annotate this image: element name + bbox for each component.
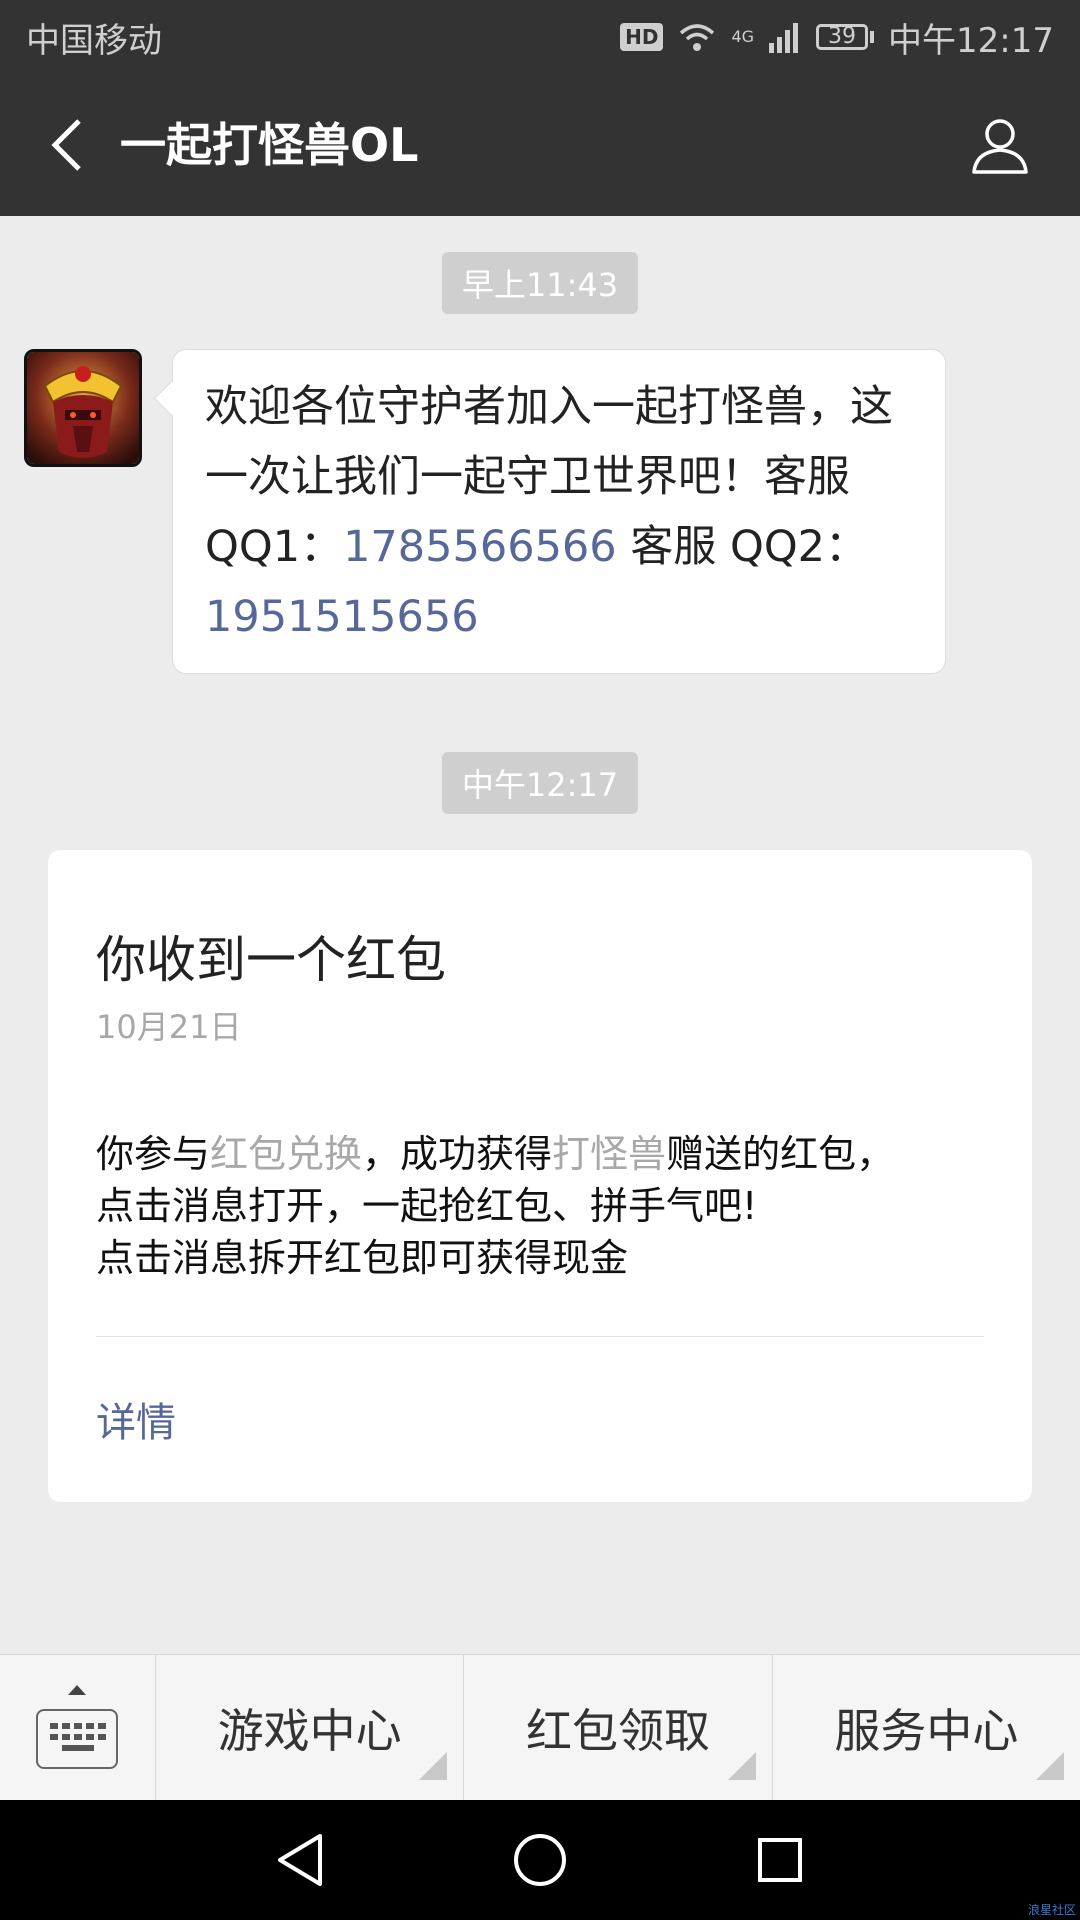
keyboard-toggle-button[interactable] [0, 1655, 156, 1800]
chevron-left-icon [51, 119, 81, 171]
menu-game-center[interactable]: 游戏中心 [156, 1655, 465, 1800]
message-timestamp-2: 中午12:17 [441, 752, 639, 814]
card-body-line-2: 点击消息打开，一起抢红包、拼手气吧! [96, 1184, 758, 1228]
submenu-corner-icon [419, 1752, 448, 1780]
back-button[interactable] [36, 112, 96, 178]
message-text-2: 客服 QQ2： [616, 522, 869, 572]
status-bar: 中国移动 HD 4G 39 中午12:17 [0, 0, 1080, 74]
message-timestamp: 早上11:43 [441, 252, 639, 314]
signal-icon [769, 23, 799, 53]
card-body-line-1: 你参与红包兑换，成功获得打怪兽赠送的红包， [96, 1132, 895, 1176]
qq1-link[interactable]: 1785566566 [343, 522, 617, 572]
menu-red-packet[interactable]: 红包领取 [464, 1655, 773, 1800]
profile-button[interactable] [968, 114, 1032, 178]
keyboard-icon [36, 1709, 118, 1769]
card-divider [96, 1336, 984, 1337]
caret-up-icon [68, 1685, 86, 1695]
menu-label: 服务中心 [834, 1703, 1019, 1758]
chat-title: 一起打怪兽OL [120, 118, 419, 172]
qq2-link[interactable]: 1951515656 [205, 592, 479, 642]
watermark: 浪星社区 [1027, 1903, 1076, 1917]
status-time: 中午12:17 [888, 20, 1054, 61]
nav-recents-button[interactable] [750, 1830, 810, 1890]
battery-icon: 39 [816, 24, 875, 50]
details-link[interactable]: 详情 [96, 1390, 176, 1448]
user-icon [972, 119, 1028, 174]
circle-home-icon [514, 1834, 566, 1886]
hd-badge: HD [620, 23, 664, 51]
message-bubble[interactable]: 欢迎各位守护者加入一起打怪兽，这一次让我们一起守卫世界吧！客服 QQ1：1785… [172, 349, 946, 674]
battery-level: 39 [816, 24, 869, 50]
card-title: 你收到一个红包 [96, 931, 446, 989]
submenu-corner-icon [1035, 1752, 1064, 1780]
nav-home-button[interactable] [510, 1830, 570, 1890]
card-body: 你参与红包兑换，成功获得打怪兽赠送的红包， 点击消息打开，一起抢红包、拼手气吧!… [96, 1128, 996, 1284]
game-avatar-image [27, 352, 139, 464]
submenu-corner-icon [727, 1752, 756, 1780]
avatar[interactable] [24, 349, 142, 467]
bottom-menu: 游戏中心 红包领取 服务中心 [0, 1654, 1080, 1800]
highlight-exchange: 红包兑换 [210, 1132, 363, 1176]
nav-back-button[interactable] [270, 1830, 330, 1890]
card-body-line-3: 点击消息拆开红包即可获得现金 [96, 1236, 629, 1280]
status-icons: HD 4G 39 中午12:17 [620, 13, 1054, 62]
menu-service-center[interactable]: 服务中心 [773, 1655, 1080, 1800]
title-bar: 一起打怪兽OL [0, 74, 1080, 216]
card-date: 10月21日 [96, 1008, 242, 1046]
menu-label: 游戏中心 [217, 1703, 402, 1758]
highlight-sender: 打怪兽 [552, 1132, 667, 1176]
wifi-icon [680, 24, 715, 51]
square-recents-icon [758, 1838, 802, 1882]
network-type: 4G [731, 26, 755, 46]
menu-label: 红包领取 [525, 1703, 710, 1758]
navigation-bar: 浪星社区 [0, 1800, 1080, 1920]
carrier-name: 中国移动 [26, 20, 162, 61]
red-packet-card[interactable]: 你收到一个红包 10月21日 你参与红包兑换，成功获得打怪兽赠送的红包， 点击消… [48, 850, 1032, 1502]
triangle-back-icon [278, 1834, 322, 1886]
